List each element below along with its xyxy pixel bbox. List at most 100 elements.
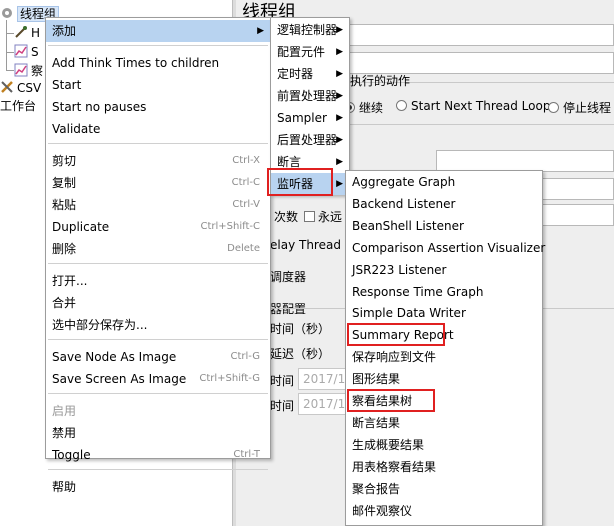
menu-item-label: 选中部分保存为... (52, 318, 148, 332)
menu-item-duplicate[interactable]: Duplicate Ctrl+Shift-C (46, 216, 270, 238)
menu-item-启用[interactable]: 启用 (46, 400, 270, 422)
menu-item-label: Backend Listener (352, 196, 456, 211)
menu-item-add-think-times-to-children[interactable]: Add Think Times to children (46, 52, 270, 74)
menu-item-断言结果[interactable]: 断言结果 (346, 413, 542, 435)
sampler-error-action-label: 执行的动作 (350, 74, 411, 88)
menu-item-label: Start (52, 78, 82, 92)
menu-separator (48, 45, 268, 46)
menu-item-label: Save Node As Image (52, 350, 177, 364)
annotation-box-view-results-tree (347, 389, 435, 412)
menu-item-添加[interactable]: 添加 ▶ (46, 20, 270, 42)
menu-item-shortcut: Ctrl+Shift-C (200, 221, 261, 232)
menu-item-剪切[interactable]: 剪切 Ctrl-X (46, 150, 270, 172)
menu-item-label: 生成概要结果 (352, 437, 425, 452)
tree-node-listener-s[interactable]: S (14, 42, 39, 62)
menu-item-label: Save Screen As Image (52, 372, 187, 386)
submenu-arrow-icon: ▶ (336, 47, 343, 57)
menu-item-合并[interactable]: 合并 (46, 292, 270, 314)
menu-separator (48, 469, 268, 470)
menu-item-response-time-graph[interactable]: Response Time Graph (346, 282, 542, 304)
menu-item-toggle[interactable]: Toggle Ctrl-T (46, 444, 270, 466)
menu-item-删除[interactable]: 删除 Delete (46, 238, 270, 260)
tree-node-label: CSV (17, 81, 42, 95)
listener-submenu: Aggregate Graph Backend Listener BeanShell… (345, 170, 545, 526)
menu-item-前置处理器[interactable]: 前置处理器 ▶ (271, 85, 349, 107)
menu-item-sampler[interactable]: Sampler ▶ (271, 107, 349, 129)
menu-item-生成概要结果[interactable]: 生成概要结果 (346, 435, 542, 457)
menu-item-start-no-pauses[interactable]: Start no pauses (46, 96, 270, 118)
menu-item-label: JSR223 Listener (352, 262, 447, 277)
menu-item-label: 添加 (52, 24, 77, 38)
menu-item-图形结果[interactable]: 图形结果 (346, 369, 542, 391)
menu-item-label: 打开... (52, 274, 88, 288)
menu-item-用表格察看结果[interactable]: 用表格察看结果 (346, 457, 542, 479)
menu-item-shortcut: Ctrl-X (232, 155, 260, 166)
menu-item-定时器[interactable]: 定时器 ▶ (271, 63, 349, 85)
submenu-arrow-icon: ▶ (257, 26, 264, 36)
submenu-arrow-icon: ▶ (336, 113, 343, 123)
start-time-field[interactable]: 2017/10 (298, 368, 353, 390)
forever-checkbox[interactable]: 永远 (304, 208, 342, 225)
tree-node-http-sampler[interactable]: H (14, 23, 40, 43)
submenu-arrow-icon: ▶ (336, 25, 343, 35)
menu-item-保存响应到文件[interactable]: 保存响应到文件 (346, 347, 542, 369)
menu-item-粘贴[interactable]: 粘贴 Ctrl-V (46, 194, 270, 216)
startup-delay-label: 延迟（秒） (270, 347, 331, 361)
menu-item-validate[interactable]: Validate (46, 118, 270, 140)
menu-item-shortcut: Ctrl+Shift-G (199, 373, 260, 384)
radio-start-next-loop[interactable]: Start Next Thread Loop (396, 99, 550, 113)
menu-item-save-screen-as-image[interactable]: Save Screen As Image Ctrl+Shift-G (46, 368, 270, 390)
menu-item-配置元件[interactable]: 配置元件 ▶ (271, 41, 349, 63)
tree-node-workbench[interactable]: 工作台 (0, 96, 36, 116)
delay-thread-creation-checkbox[interactable]: elay Thread c (270, 238, 351, 252)
menu-item-打开[interactable]: 打开... (46, 270, 270, 292)
menu-item-label: 保存响应到文件 (352, 350, 437, 365)
loop-count-label: 次数 (274, 210, 299, 224)
submenu-arrow-icon: ▶ (336, 91, 343, 101)
menu-item-label: 帮助 (52, 480, 77, 494)
menu-item-聚合报告[interactable]: 聚合报告 (346, 479, 542, 501)
menu-separator (48, 143, 268, 144)
menu-item-label: 断言 (277, 155, 302, 169)
menu-item-beanshell-listener[interactable]: BeanShell Listener (346, 216, 542, 238)
menu-item-label: Simple Data Writer (352, 306, 466, 321)
menu-item-逻辑控制器[interactable]: 逻辑控制器 ▶ (271, 19, 349, 41)
menu-item-后置处理器[interactable]: 后置处理器 ▶ (271, 129, 349, 151)
tree-connector (6, 20, 7, 70)
threads-field[interactable] (436, 150, 614, 172)
menu-item-label: Start no pauses (52, 100, 147, 114)
menu-item-label: Toggle (52, 448, 91, 462)
annotation-box-summary-report (347, 323, 445, 346)
menu-item-label: 后置处理器 (277, 133, 338, 147)
menu-separator (48, 263, 268, 264)
menu-item-帮助[interactable]: 帮助 (46, 476, 270, 498)
menu-item-backend-listener[interactable]: Backend Listener (346, 194, 542, 216)
start-time-label: 时间 (270, 374, 295, 388)
menu-item-simple-data-writer[interactable]: Simple Data Writer (346, 303, 542, 325)
menu-item-save-node-as-image[interactable]: Save Node As Image Ctrl-G (46, 346, 270, 368)
end-time-field[interactable]: 2017/10 (298, 393, 353, 415)
end-time-label: 时间 (270, 399, 295, 413)
menu-item-label: Sampler (277, 111, 327, 125)
tree-node-label: 察 (31, 64, 44, 78)
menu-item-label: 启用 (52, 404, 77, 418)
menu-item-label: 合并 (52, 296, 77, 310)
menu-item-label: 图形结果 (352, 372, 401, 387)
scheduler-checkbox[interactable]: 调度器 (270, 268, 306, 285)
gear-icon (2, 8, 12, 18)
menu-item-复制[interactable]: 复制 Ctrl-C (46, 172, 270, 194)
menu-item-禁用[interactable]: 禁用 (46, 422, 270, 444)
radio-stop-thread[interactable]: 停止线程 (548, 99, 611, 116)
menu-item-label: 配置元件 (277, 45, 326, 59)
menu-item-aggregate-graph[interactable]: Aggregate Graph (346, 172, 542, 194)
menu-item-shortcut: Ctrl-V (232, 199, 260, 210)
menu-item-选中部分保存为[interactable]: 选中部分保存为... (46, 314, 270, 336)
menu-item-jsr223-listener[interactable]: JSR223 Listener (346, 260, 542, 282)
menu-separator (48, 393, 268, 394)
menu-item-comparison-assertion-visualizer[interactable]: Comparison Assertion Visualizer (346, 238, 545, 260)
menu-item-邮件观察仪[interactable]: 邮件观察仪 (346, 501, 542, 523)
submenu-arrow-icon: ▶ (336, 135, 343, 145)
context-menu: 添加 ▶ Add Think Times to children Start Start… (45, 17, 271, 494)
menu-item-start[interactable]: Start (46, 74, 270, 96)
tree-node-csv[interactable]: CSV (0, 78, 41, 98)
